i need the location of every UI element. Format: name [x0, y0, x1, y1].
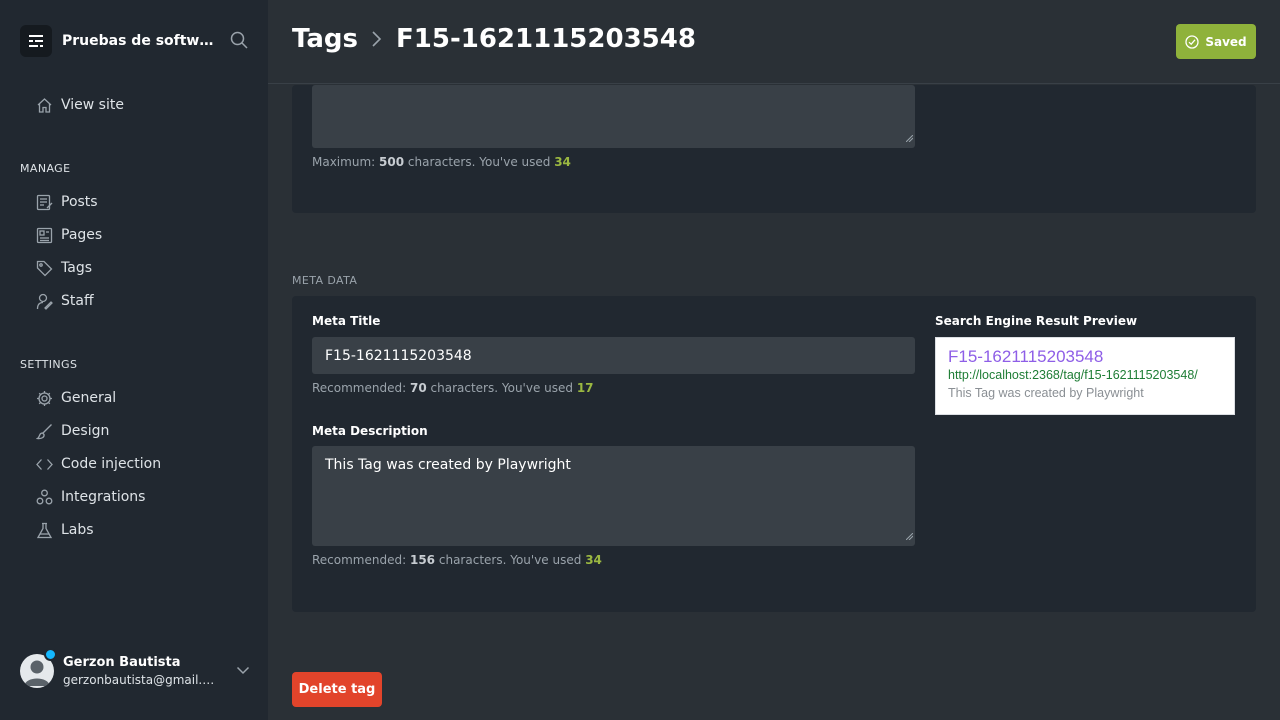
- settings-heading: SETTINGS: [20, 358, 78, 371]
- site-name[interactable]: Pruebas de softwa...: [62, 33, 218, 49]
- nav-staff-label: Staff: [61, 293, 94, 309]
- meta-description-label: Meta Description: [312, 424, 428, 438]
- save-button-label: Saved: [1205, 34, 1247, 49]
- nav-integrations[interactable]: Integrations: [36, 486, 145, 508]
- meta-description-textarea[interactable]: This Tag was created by Playwright: [312, 446, 915, 546]
- description-textarea[interactable]: [312, 85, 915, 148]
- flask-icon: [36, 522, 53, 538]
- resize-grip-icon: [905, 528, 914, 544]
- nav-labs[interactable]: Labs: [36, 519, 94, 541]
- nav-posts-label: Posts: [61, 194, 98, 210]
- manage-heading: MANAGE: [20, 162, 71, 175]
- resize-grip-icon: [905, 130, 914, 146]
- nav-tags[interactable]: Tags: [36, 257, 92, 279]
- meta-title-label: Meta Title: [312, 314, 381, 328]
- chevron-down-icon[interactable]: [236, 662, 250, 681]
- meta-data-heading: META DATA: [292, 274, 358, 287]
- notification-dot: [44, 648, 57, 661]
- delete-tag-button[interactable]: Delete tag: [292, 672, 382, 707]
- nav-general[interactable]: General: [36, 387, 116, 409]
- meta-description-char-hint: Recommended: 156 characters. You've used…: [312, 553, 602, 567]
- nav-staff[interactable]: Staff: [36, 290, 94, 312]
- code-icon: [36, 458, 53, 470]
- breadcrumb: Tags F15-1621115203548: [292, 24, 696, 54]
- breadcrumb-tags-link[interactable]: Tags: [292, 24, 358, 54]
- site-logo-icon[interactable]: [20, 25, 52, 57]
- user-email: gerzonbautista@gmail.c...: [63, 673, 219, 687]
- nav-view-site[interactable]: View site: [36, 94, 124, 116]
- user-info: Gerzon Bautista gerzonbautista@gmail.c..…: [63, 655, 223, 687]
- posts-icon: [36, 194, 53, 210]
- serp-preview-label: Search Engine Result Preview: [935, 314, 1138, 328]
- meta-title-input[interactable]: F15-1621115203548: [312, 337, 915, 374]
- nav-integrations-label: Integrations: [61, 489, 146, 505]
- description-char-hint: Maximum: 500 characters. You've used 34: [312, 155, 571, 169]
- nav-code-injection-label: Code injection: [61, 456, 162, 472]
- nav-posts[interactable]: Posts: [36, 191, 98, 213]
- nav-view-site-label: View site: [61, 97, 124, 113]
- chevron-right-icon: [370, 30, 382, 48]
- nav-labs-label: Labs: [61, 522, 94, 538]
- serp-preview-url: http://localhost:2368/tag/f15-1621115203…: [948, 368, 1198, 382]
- gear-icon: [37, 390, 52, 406]
- save-button[interactable]: Saved: [1176, 24, 1256, 59]
- serp-preview: F15-1621115203548 http://localhost:2368/…: [935, 337, 1235, 415]
- check-circle-icon: [1185, 34, 1199, 49]
- serp-preview-title: F15-1621115203548: [948, 347, 1104, 366]
- pages-icon: [36, 227, 53, 243]
- brush-icon: [36, 423, 52, 439]
- nav-tags-label: Tags: [61, 260, 92, 276]
- search-icon[interactable]: [230, 31, 250, 51]
- serp-preview-description: This Tag was created by Playwright: [948, 386, 1144, 400]
- nav-general-label: General: [61, 390, 117, 406]
- meta-title-char-hint: Recommended: 70 characters. You've used …: [312, 381, 594, 395]
- nav-design-label: Design: [61, 423, 110, 439]
- user-menu[interactable]: Gerzon Bautista gerzonbautista@gmail.c..…: [20, 648, 250, 692]
- nav-pages[interactable]: Pages: [36, 224, 102, 246]
- user-name: Gerzon Bautista: [63, 655, 181, 670]
- nav-pages-label: Pages: [61, 227, 103, 243]
- staff-icon: [36, 293, 53, 310]
- sidebar: Pruebas de softwa... View site MANAGE Po…: [0, 0, 268, 720]
- tag-icon: [36, 260, 53, 276]
- meta-title-value: F15-1621115203548: [325, 347, 472, 364]
- nav-design[interactable]: Design: [36, 420, 109, 442]
- home-icon: [37, 97, 52, 113]
- site-header: Pruebas de softwa...: [20, 25, 250, 57]
- page-title: F15-1621115203548: [396, 24, 696, 54]
- meta-description-value: This Tag was created by Playwright: [325, 457, 571, 473]
- nav-code-injection[interactable]: Code injection: [36, 453, 161, 475]
- top-bar: Tags F15-1621115203548 Saved: [268, 0, 1280, 84]
- integrations-icon: [36, 489, 53, 504]
